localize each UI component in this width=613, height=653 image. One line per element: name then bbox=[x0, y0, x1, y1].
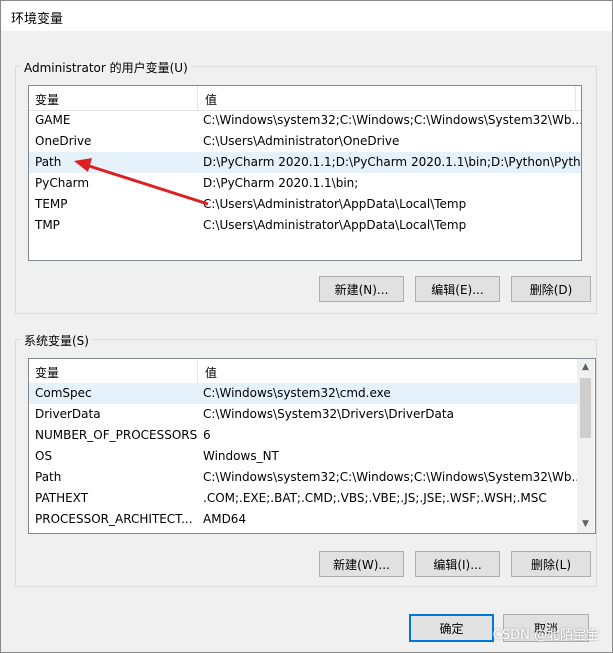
column-header-variable[interactable]: 变量 bbox=[35, 364, 59, 381]
scroll-down-arrow-icon[interactable]: ▼ bbox=[577, 516, 594, 533]
watermark: CSDN @北陌宝宝 bbox=[492, 628, 599, 643]
variable-value: D:\PyCharm 2020.1.1;D:\PyCharm 2020.1.1\… bbox=[203, 155, 582, 169]
variable-name: PROCESSOR_ARCHITECT... bbox=[35, 512, 193, 526]
variable-value: .COM;.EXE;.BAT;.CMD;.VBS;.VBE;.JS;.JSE;.… bbox=[203, 491, 547, 505]
variable-value: C:\Users\Administrator\OneDrive bbox=[203, 134, 400, 148]
system-variables-list[interactable]: 变量 值 ComSpec C:\Windows\system32\cmd.exe… bbox=[28, 358, 596, 534]
table-row[interactable]: OS Windows_NT bbox=[29, 446, 577, 467]
column-divider[interactable] bbox=[575, 86, 576, 110]
variable-value: C:\Windows\System32\Drivers\DriverData bbox=[203, 407, 454, 421]
scrollbar-thumb[interactable] bbox=[580, 378, 591, 438]
table-row[interactable]: PyCharm D:\PyCharm 2020.1.1\bin; bbox=[29, 173, 581, 194]
column-divider[interactable] bbox=[197, 359, 198, 383]
table-row[interactable]: NUMBER_OF_PROCESSORS 6 bbox=[29, 425, 577, 446]
table-row-selected[interactable]: ComSpec C:\Windows\system32\cmd.exe bbox=[29, 383, 577, 404]
variable-name: OS bbox=[35, 449, 53, 463]
table-row[interactable]: TMP C:\Users\Administrator\AppData\Local… bbox=[29, 215, 581, 236]
title-bar: 环境变量 bbox=[1, 1, 612, 31]
variable-name: TMP bbox=[35, 218, 60, 232]
table-row[interactable]: PATHEXT .COM;.EXE;.BAT;.CMD;.VBS;.VBE;.J… bbox=[29, 488, 577, 509]
system-variables-label: 系统变量(S) bbox=[21, 332, 92, 349]
variable-value: Windows_NT bbox=[203, 449, 279, 463]
environment-variables-dialog: 环境变量 Administrator 的用户变量(U) 变量 值 GAME C:… bbox=[0, 0, 613, 653]
system-list-scrollbar[interactable]: ▲ ▼ bbox=[577, 359, 594, 533]
user-variables-list[interactable]: 变量 值 GAME C:\Windows\system32;C:\Windows… bbox=[28, 85, 582, 261]
table-row[interactable]: Path C:\Windows\system32;C:\Windows;C:\W… bbox=[29, 467, 583, 488]
scroll-up-arrow-icon[interactable]: ▲ bbox=[577, 359, 594, 376]
variable-value: 6 bbox=[203, 428, 211, 442]
variable-value: AMD64 bbox=[203, 512, 247, 526]
variable-value: C:\Windows\system32;C:\Windows;C:\Window… bbox=[203, 470, 583, 484]
variable-name: TEMP bbox=[35, 197, 68, 211]
window-title: 环境变量 bbox=[11, 12, 64, 27]
table-row[interactable]: OneDrive C:\Users\Administrator\OneDrive bbox=[29, 131, 581, 152]
table-row[interactable]: PROCESSOR_ARCHITECT... AMD64 bbox=[29, 509, 577, 530]
variable-name: OneDrive bbox=[35, 134, 92, 148]
system-variables-header: 变量 值 bbox=[29, 359, 577, 384]
column-header-variable[interactable]: 变量 bbox=[35, 91, 59, 108]
variable-name: NUMBER_OF_PROCESSORS bbox=[35, 428, 198, 442]
user-variables-label: Administrator 的用户变量(U) bbox=[21, 59, 191, 76]
variable-value: C:\Users\Administrator\AppData\Local\Tem… bbox=[203, 218, 467, 232]
table-row[interactable]: TEMP C:\Users\Administrator\AppData\Loca… bbox=[29, 194, 581, 215]
variable-value: C:\Windows\system32\cmd.exe bbox=[203, 386, 391, 400]
system-edit-button[interactable]: 编辑(I)... bbox=[415, 551, 500, 577]
user-edit-button[interactable]: 编辑(E)... bbox=[415, 276, 500, 302]
variable-name: Path bbox=[35, 470, 62, 484]
column-header-value[interactable]: 值 bbox=[205, 364, 217, 381]
variable-value: D:\PyCharm 2020.1.1\bin; bbox=[203, 176, 359, 190]
table-row[interactable]: DriverData C:\Windows\System32\Drivers\D… bbox=[29, 404, 577, 425]
ok-button[interactable]: 确定 bbox=[409, 614, 494, 642]
variable-name: Path bbox=[35, 155, 62, 169]
variable-name: ComSpec bbox=[35, 386, 92, 400]
table-row-selected[interactable]: Path D:\PyCharm 2020.1.1;D:\PyCharm 2020… bbox=[29, 152, 581, 173]
system-delete-button[interactable]: 删除(L) bbox=[511, 551, 591, 577]
table-row[interactable]: GAME C:\Windows\system32;C:\Windows;C:\W… bbox=[29, 110, 581, 131]
user-delete-button[interactable]: 删除(D) bbox=[511, 276, 591, 302]
variable-name: PyCharm bbox=[35, 176, 90, 190]
column-header-value[interactable]: 值 bbox=[205, 91, 217, 108]
variable-name: DriverData bbox=[35, 407, 101, 421]
variable-value: C:\Windows\system32;C:\Windows;C:\Window… bbox=[203, 113, 582, 127]
user-variables-header: 变量 值 bbox=[29, 86, 581, 111]
system-new-button[interactable]: 新建(W)... bbox=[319, 551, 404, 577]
variable-value: C:\Users\Administrator\AppData\Local\Tem… bbox=[203, 197, 467, 211]
column-divider[interactable] bbox=[197, 86, 198, 110]
variable-name: GAME bbox=[35, 113, 71, 127]
variable-name: PATHEXT bbox=[35, 491, 89, 505]
user-new-button[interactable]: 新建(N)... bbox=[319, 276, 404, 302]
